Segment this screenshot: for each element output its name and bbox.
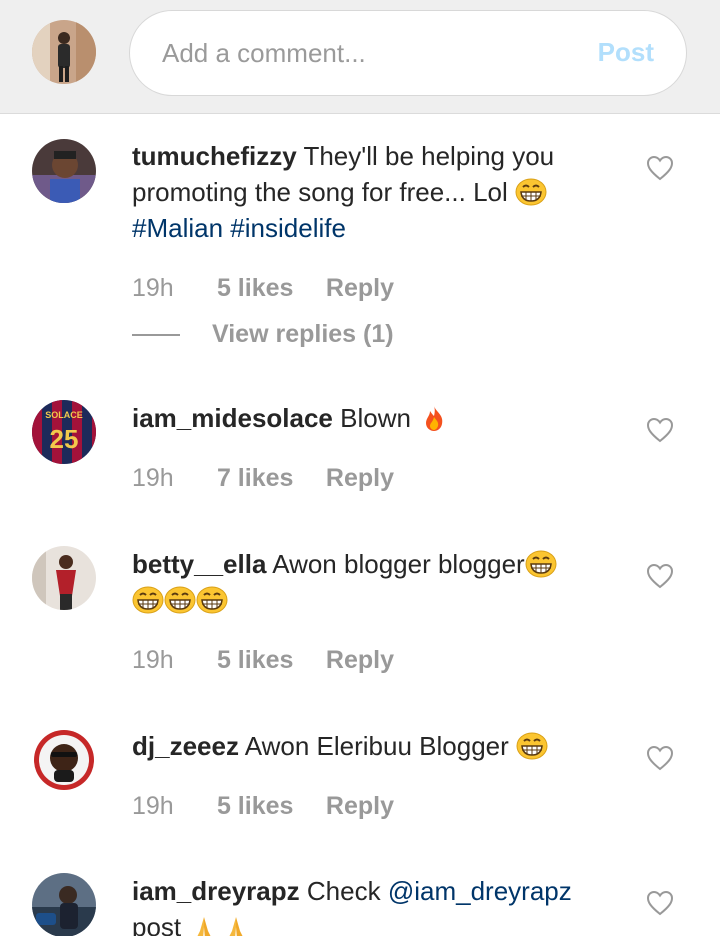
reply-button[interactable]: Reply	[326, 464, 394, 493]
divider-line	[132, 334, 180, 337]
grinning-emoji	[516, 732, 548, 760]
heart-icon[interactable]	[646, 745, 674, 771]
reply-button[interactable]: Reply	[326, 792, 394, 821]
comment-meta: 19h 5 likes Reply	[132, 274, 394, 306]
comment-username[interactable]: iam_dreyrapz	[132, 876, 300, 906]
likes-count[interactable]: 5 likes	[217, 792, 319, 821]
likes-count[interactable]: 5 likes	[217, 646, 319, 675]
heart-icon[interactable]	[646, 890, 674, 916]
comment-text-continued: post	[132, 912, 182, 936]
comment-meta: 19h 7 likes Reply	[132, 464, 394, 496]
comment-username[interactable]: betty__ella	[132, 549, 266, 579]
hashtag-link[interactable]: #insidelife	[230, 213, 346, 243]
avatar-text: SOLACE	[45, 410, 83, 420]
avatar[interactable]	[32, 873, 96, 936]
comment-time: 19h	[132, 464, 174, 492]
hashtag-link[interactable]: #Malian	[132, 213, 223, 243]
comment-composer-bar: Post	[0, 0, 720, 114]
comment-meta: 19h 5 likes Reply	[132, 646, 394, 678]
comment-username[interactable]: iam_midesolace	[132, 403, 333, 433]
comment-box[interactable]: Post	[129, 10, 687, 96]
comment-username[interactable]: dj_zeeez	[132, 731, 239, 761]
grinning-emoji	[132, 586, 164, 614]
comment-text: Blown	[340, 403, 411, 433]
likes-count[interactable]: 5 likes	[217, 274, 319, 303]
reply-button[interactable]: Reply	[326, 646, 394, 675]
comment-text: Awon Eleribuu Blogger	[244, 731, 509, 761]
avatar-text: 25	[50, 424, 79, 454]
comment-time: 19h	[132, 792, 174, 820]
my-avatar[interactable]	[32, 20, 96, 84]
comment-time: 19h	[132, 646, 174, 674]
comment-body: dj_zeeez Awon Eleribuu Blogger	[132, 728, 592, 764]
folded-hands-emoji	[220, 913, 252, 936]
avatar[interactable]	[32, 546, 96, 610]
comment-username[interactable]: tumuchefizzy	[132, 141, 297, 171]
likes-count[interactable]: 7 likes	[217, 464, 319, 493]
grinning-emoji	[196, 586, 228, 614]
view-replies-button[interactable]: View replies (1)	[132, 320, 394, 352]
comment-text: Check	[306, 876, 381, 906]
comment-body: tumuchefizzy They'll be helping you prom…	[132, 138, 592, 246]
grinning-emoji	[164, 586, 196, 614]
grinning-emoji	[515, 178, 547, 206]
view-replies-label: View replies (1)	[212, 320, 394, 348]
comment-body: iam_dreyrapz Check @iam_dreyrapz post	[132, 873, 592, 936]
comment-body: iam_midesolace Blown	[132, 400, 592, 436]
heart-icon[interactable]	[646, 563, 674, 589]
heart-icon[interactable]	[646, 155, 674, 181]
mention-link[interactable]: @iam_dreyrapz	[388, 876, 572, 906]
comment-text: Awon blogger blogger	[272, 549, 525, 579]
avatar[interactable]	[32, 139, 96, 203]
fire-emoji	[418, 404, 450, 432]
grinning-emoji	[525, 550, 557, 578]
comment-time: 19h	[132, 274, 174, 302]
avatar[interactable]: SOLACE 25	[32, 400, 96, 464]
avatar[interactable]	[32, 728, 96, 792]
comment-meta: 19h 5 likes Reply	[132, 792, 394, 824]
post-button[interactable]: Post	[598, 37, 654, 68]
heart-icon[interactable]	[646, 417, 674, 443]
comment-input[interactable]	[162, 33, 582, 73]
reply-button[interactable]: Reply	[326, 274, 394, 303]
folded-hands-emoji	[188, 913, 220, 936]
comment-body: betty__ella Awon blogger blogger	[132, 546, 592, 618]
